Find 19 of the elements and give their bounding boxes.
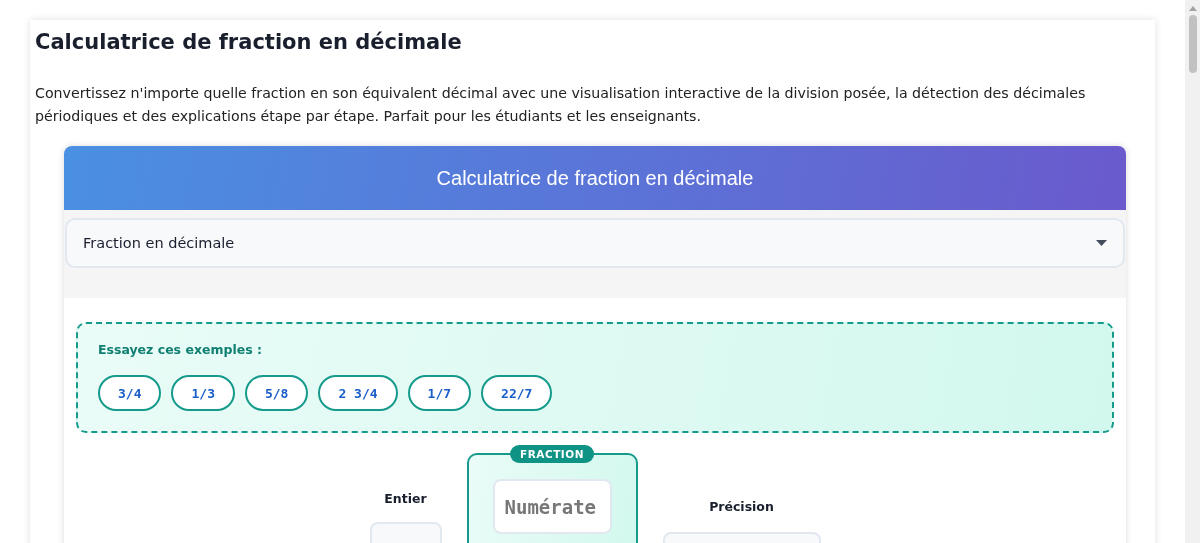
calculator-header: Calculatrice de fraction en décimale [64, 146, 1126, 210]
page-description: Convertissez n'importe quelle fraction en son équivalent décimal avec une visualisation interactive de la division posée, la détection des décimales périodiques et des explications étape par étape. Parfait pour les étudiants et les enseignants. [35, 84, 1087, 126]
fraction-badge: FRACTION [510, 445, 594, 463]
example-chip[interactable]: 5/8 [244, 375, 309, 411]
mode-select[interactable]: Fraction en décimale [65, 218, 1125, 268]
examples-label: Essayez ces exemples : [98, 342, 263, 357]
precision-label: Précision [709, 499, 774, 514]
numerator-input[interactable]: Numérate [492, 479, 612, 534]
example-chip[interactable]: 2 3/4 [318, 375, 398, 411]
example-chip[interactable]: 3/4 [98, 375, 162, 411]
scrollbar[interactable] [1185, 0, 1200, 543]
page-title: Calculatrice de fraction en décimale [35, 30, 463, 54]
example-chip[interactable]: 1/3 [171, 375, 235, 411]
example-chip[interactable]: 1/7 [407, 375, 472, 411]
scroll-up-icon[interactable] [1188, 6, 1197, 11]
whole-label: Entier [384, 491, 427, 506]
scrollbar-thumb[interactable] [1188, 15, 1197, 73]
caret-icon [1096, 240, 1107, 246]
example-chip[interactable]: 22/7 [481, 375, 553, 411]
